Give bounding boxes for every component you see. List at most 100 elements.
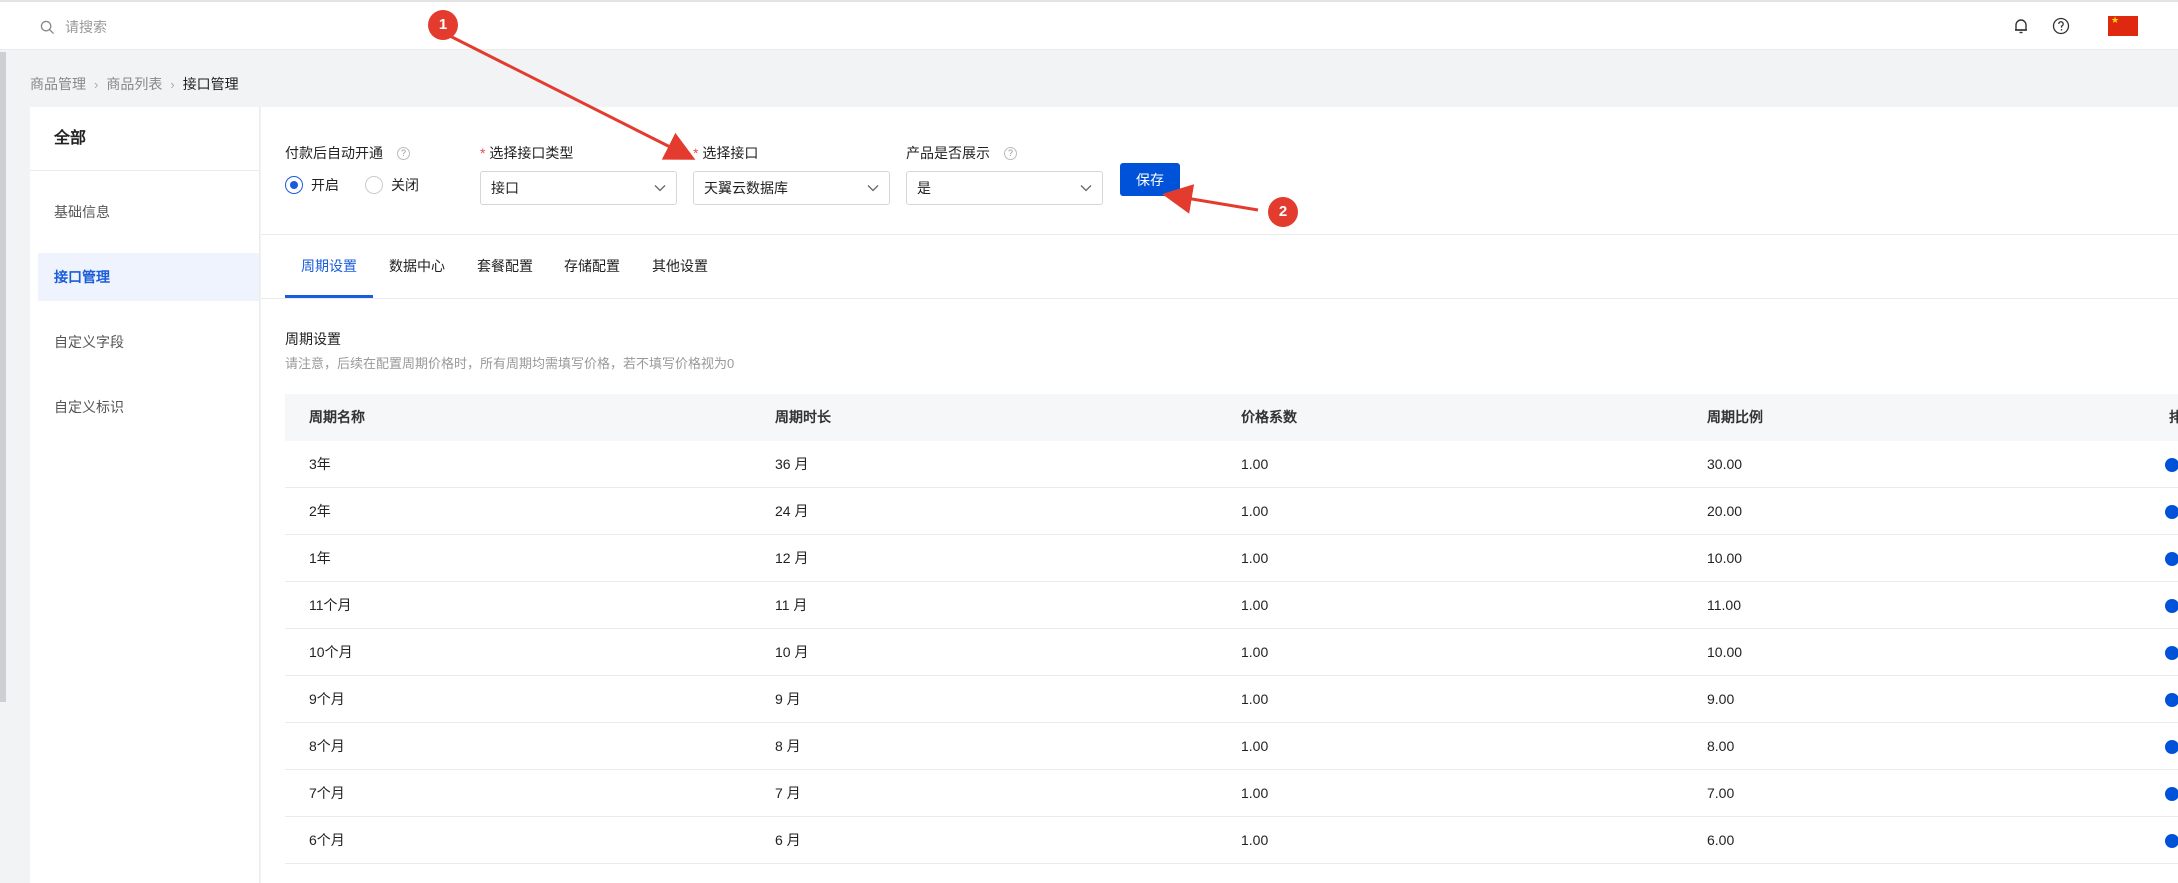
tab-package-config[interactable]: 套餐配置 — [477, 235, 533, 298]
show-product-label: 产品是否展示 — [906, 145, 990, 161]
cell-period-duration: 24 月 — [775, 503, 809, 519]
sidebar-title: 全部 — [30, 107, 259, 171]
auto-open-field: 付款后自动开通? 开启 关闭 — [285, 143, 419, 195]
cell-period-name: 2年 — [309, 503, 331, 519]
column-header-ratio: 周期比例 — [1707, 409, 1763, 425]
sidebar-item-custom-field[interactable]: 自定义字段 — [30, 318, 259, 366]
interface-select[interactable]: 天翼云数据库 — [693, 171, 890, 205]
table-row: 10个月 10 月 1.00 10.00 — [285, 629, 2178, 676]
cell-period-name: 10个月 — [309, 644, 353, 660]
cell-period-ratio: 10.00 — [1707, 644, 1743, 660]
interface-value: 天翼云数据库 — [704, 180, 788, 196]
show-product-field: 产品是否展示? 是 — [906, 143, 1103, 205]
save-button[interactable]: 保存 — [1120, 163, 1180, 196]
column-header-duration: 周期时长 — [775, 409, 831, 425]
main-panel: 付款后自动开通? 开启 关闭 * 选择接口类型 接口 * 选择接口 天翼云数据库… — [261, 107, 2178, 883]
column-header-name: 周期名称 — [309, 409, 365, 425]
cell-price-coef: 1.00 — [1241, 550, 1269, 566]
top-bar — [0, 0, 2178, 50]
section-title: 周期设置 — [285, 331, 341, 347]
row-toggle-icon[interactable] — [2165, 458, 2178, 472]
tab-storage-config[interactable]: 存储配置 — [564, 235, 620, 298]
section-note: 请注意，后续在配置周期价格时，所有周期均需填写价格，若不填写价格视为0 — [285, 356, 735, 371]
table-header: 周期名称 周期时长 价格系数 周期比例 排 — [285, 394, 2178, 441]
cell-period-name: 3年 — [309, 456, 331, 472]
cell-period-ratio: 8.00 — [1707, 738, 1735, 754]
row-toggle-icon[interactable] — [2165, 552, 2178, 566]
radio-open-label: 开启 — [311, 177, 339, 193]
question-icon[interactable]: ? — [1004, 146, 1017, 160]
china-flag-icon[interactable] — [2108, 16, 2138, 36]
interface-field: * 选择接口 天翼云数据库 — [693, 143, 890, 205]
cell-period-ratio: 30.00 — [1707, 456, 1743, 472]
search-box[interactable] — [40, 16, 365, 38]
cell-price-coef: 1.00 — [1241, 644, 1269, 660]
breadcrumb: 商品管理 › 商品列表 › 接口管理 — [30, 74, 239, 94]
cell-period-duration: 12 月 — [775, 550, 809, 566]
interface-type-value: 接口 — [491, 180, 519, 196]
breadcrumb-item-goods-management[interactable]: 商品管理 — [30, 74, 86, 94]
cell-period-ratio: 10.00 — [1707, 550, 1743, 566]
breadcrumb-item-goods-list[interactable]: 商品列表 — [106, 74, 162, 94]
required-mark: * — [693, 145, 699, 161]
tab-other-settings[interactable]: 其他设置 — [652, 235, 708, 298]
search-input[interactable] — [65, 19, 365, 35]
interface-type-label: 选择接口类型 — [489, 145, 574, 161]
table-row: 1年 12 月 1.00 10.00 — [285, 535, 2178, 582]
column-header-cut: 排 — [2169, 409, 2178, 425]
question-icon[interactable]: ? — [397, 146, 410, 160]
show-product-value: 是 — [917, 180, 931, 196]
table-row: 8个月 8 月 1.00 8.00 — [285, 723, 2178, 770]
row-toggle-icon[interactable] — [2165, 646, 2178, 660]
cell-price-coef: 1.00 — [1241, 832, 1269, 848]
cell-period-duration: 10 月 — [775, 644, 809, 660]
interface-type-field: * 选择接口类型 接口 — [480, 143, 677, 205]
tab-data-center[interactable]: 数据中心 — [389, 235, 445, 298]
chevron-down-icon — [1080, 185, 1092, 192]
table-row: 11个月 11 月 1.00 11.00 — [285, 582, 2178, 629]
cell-price-coef: 1.00 — [1241, 691, 1269, 707]
cell-period-duration: 9 月 — [775, 691, 801, 707]
help-icon[interactable] — [2052, 17, 2070, 35]
cell-price-coef: 1.00 — [1241, 597, 1269, 613]
row-toggle-icon[interactable] — [2165, 693, 2178, 707]
row-toggle-icon[interactable] — [2165, 834, 2178, 848]
sidebar-item-basic-info[interactable]: 基础信息 — [30, 188, 259, 236]
radio-unchecked-icon — [365, 176, 383, 194]
cell-period-ratio: 9.00 — [1707, 691, 1735, 707]
chevron-down-icon — [654, 185, 666, 192]
cell-period-duration: 36 月 — [775, 456, 809, 472]
row-toggle-icon[interactable] — [2165, 505, 2178, 519]
cell-price-coef: 1.00 — [1241, 503, 1269, 519]
row-toggle-icon[interactable] — [2165, 599, 2178, 613]
interface-type-select[interactable]: 接口 — [480, 171, 677, 205]
radio-close[interactable]: 关闭 — [365, 175, 419, 195]
row-toggle-icon[interactable] — [2165, 787, 2178, 801]
sidebar-item-interface-management[interactable]: 接口管理 — [38, 253, 259, 301]
cell-period-duration: 11 月 — [775, 597, 808, 613]
breadcrumb-item-current: 接口管理 — [182, 76, 239, 92]
required-mark: * — [480, 145, 486, 161]
cell-price-coef: 1.00 — [1241, 785, 1269, 801]
tab-bar: 周期设置 数据中心 套餐配置 存储配置 其他设置 — [261, 234, 2178, 299]
table-row: 6个月 6 月 1.00 6.00 — [285, 817, 2178, 864]
annotation-badge-1: 1 — [428, 10, 458, 40]
show-product-select[interactable]: 是 — [906, 171, 1103, 205]
cell-period-duration: 6 月 — [775, 832, 801, 848]
table-row: 3年 36 月 1.00 30.00 — [285, 441, 2178, 488]
radio-open[interactable]: 开启 — [285, 175, 339, 195]
sidebar: 全部 基础信息 接口管理 自定义字段 自定义标识 — [30, 107, 260, 883]
sidebar-item-custom-tag[interactable]: 自定义标识 — [30, 383, 259, 431]
bell-icon[interactable] — [2012, 17, 2030, 35]
chevron-right-icon: › — [94, 76, 99, 92]
tab-period-settings[interactable]: 周期设置 — [285, 235, 373, 298]
cell-price-coef: 1.00 — [1241, 738, 1269, 754]
table-row: 2年 24 月 1.00 20.00 — [285, 488, 2178, 535]
auto-open-label: 付款后自动开通 — [285, 145, 383, 161]
column-header-price-coef: 价格系数 — [1241, 409, 1297, 425]
cell-price-coef: 1.00 — [1241, 456, 1269, 472]
row-toggle-icon[interactable] — [2165, 740, 2178, 754]
cell-period-name: 6个月 — [309, 832, 345, 848]
cell-period-ratio: 6.00 — [1707, 832, 1735, 848]
cell-period-name: 1年 — [309, 550, 331, 566]
